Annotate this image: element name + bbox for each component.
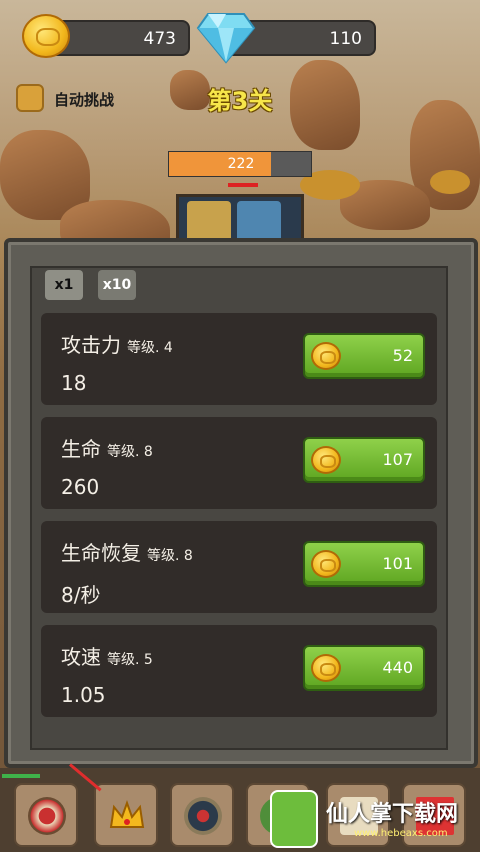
- watermark-text: 仙人掌下载网: [326, 802, 459, 827]
- upgrade-name: 生命: [61, 437, 101, 461]
- tab-crown[interactable]: [94, 783, 158, 847]
- shield-icon: [184, 797, 222, 835]
- upgrade-card-health: 生命 等级. 8 260 107: [41, 417, 437, 509]
- upgrade-name: 攻速: [61, 645, 101, 669]
- upgrade-value: 260: [61, 475, 100, 499]
- buy-attack-button[interactable]: 52: [303, 333, 425, 379]
- buy-speed-button[interactable]: 440: [303, 645, 425, 691]
- gem-amount: 110: [329, 29, 362, 49]
- upgrade-name: 生命恢复: [61, 541, 141, 565]
- diamond-icon: [196, 13, 256, 64]
- upgrade-card-speed: 攻速 等级. 5 1.05 440: [41, 625, 437, 717]
- multiplier-x1-button[interactable]: x1: [45, 270, 83, 300]
- watermark-url: www.hebeaxs.com: [354, 828, 448, 839]
- coin-icon: [311, 446, 341, 474]
- coin-icon: [311, 342, 341, 370]
- coin-icon: [22, 14, 70, 58]
- enemy-hp-text: 222: [227, 156, 255, 172]
- upgrade-cost: 440: [382, 658, 413, 677]
- buy-health-button[interactable]: 107: [303, 437, 425, 483]
- upgrade-cost: 52: [392, 346, 413, 365]
- cactus-icon: [270, 790, 318, 848]
- upgrade-level: 等级. 4: [127, 340, 173, 356]
- buy-regen-button[interactable]: 101: [303, 541, 425, 587]
- enemy-hp-bar: 222: [168, 151, 312, 177]
- watermark: 仙人掌下载网 www.hebeaxs.com: [270, 790, 478, 850]
- enemy-marker: [228, 183, 258, 187]
- upgrade-name: 攻击力: [61, 333, 121, 357]
- upgrade-cost: 101: [382, 554, 413, 573]
- tab-shield[interactable]: [170, 783, 234, 847]
- upgrade-level: 等级. 8: [147, 548, 193, 564]
- crown-icon: [109, 800, 145, 828]
- target-icon: [28, 797, 66, 835]
- upgrade-card-regen: 生命恢复 等级. 8 8/秒 101: [41, 521, 437, 613]
- coin-icon: [311, 550, 341, 578]
- upgrade-value: 8/秒: [61, 583, 101, 607]
- upgrade-cost: 107: [382, 450, 413, 469]
- coin-amount: 473: [143, 29, 176, 49]
- upgrade-card-attack: 攻击力 等级. 4 18 52: [41, 313, 437, 405]
- progress-indicator: [2, 774, 40, 778]
- upgrade-value: 1.05: [61, 683, 106, 707]
- upgrade-level: 等级. 8: [107, 444, 153, 460]
- upgrade-value: 18: [61, 371, 87, 395]
- tab-target[interactable]: [14, 783, 78, 847]
- level-title: 第3关: [207, 87, 273, 115]
- upgrade-level: 等级. 5: [107, 652, 153, 668]
- coin-icon: [311, 654, 341, 682]
- enemy-portrait: [176, 194, 304, 244]
- multiplier-x10-button[interactable]: x10: [98, 270, 136, 300]
